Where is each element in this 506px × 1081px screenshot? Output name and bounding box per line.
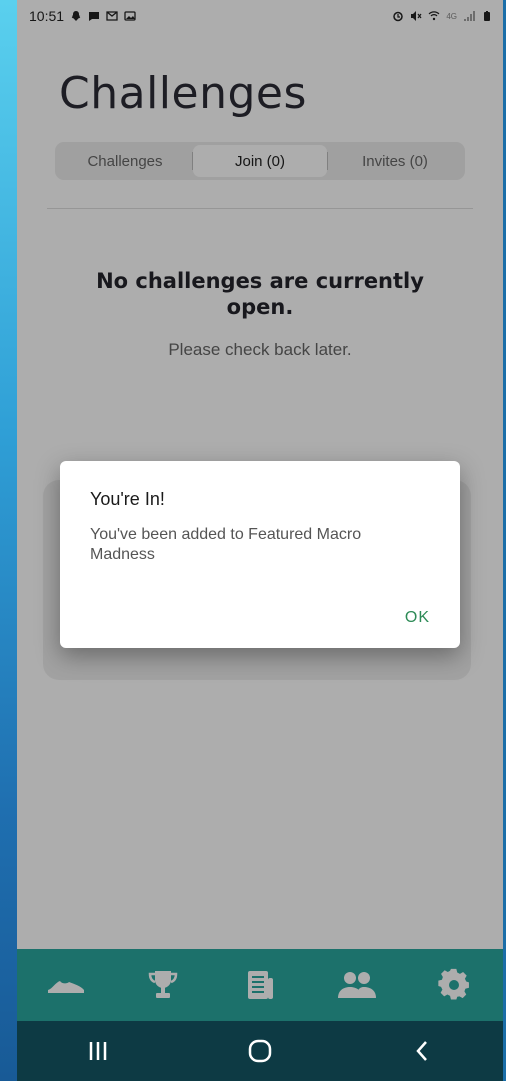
- back-button[interactable]: [392, 1026, 452, 1076]
- phone-screen: 10:51 4G Challenges Challenges Join (0) …: [17, 0, 503, 1081]
- recent-apps-icon: [89, 1042, 107, 1060]
- dialog-title: You're In!: [90, 489, 165, 509]
- home-icon: [248, 1039, 272, 1063]
- home-button[interactable]: [230, 1026, 290, 1076]
- back-icon: [416, 1041, 427, 1061]
- recent-apps-button[interactable]: [68, 1026, 128, 1076]
- ok-button[interactable]: OK: [399, 605, 436, 631]
- alert-dialog: You're In! You've been added to Featured…: [60, 461, 460, 648]
- dialog-message: You've been added to Featured Macro Madn…: [90, 526, 362, 563]
- system-nav-bar: [17, 1021, 503, 1081]
